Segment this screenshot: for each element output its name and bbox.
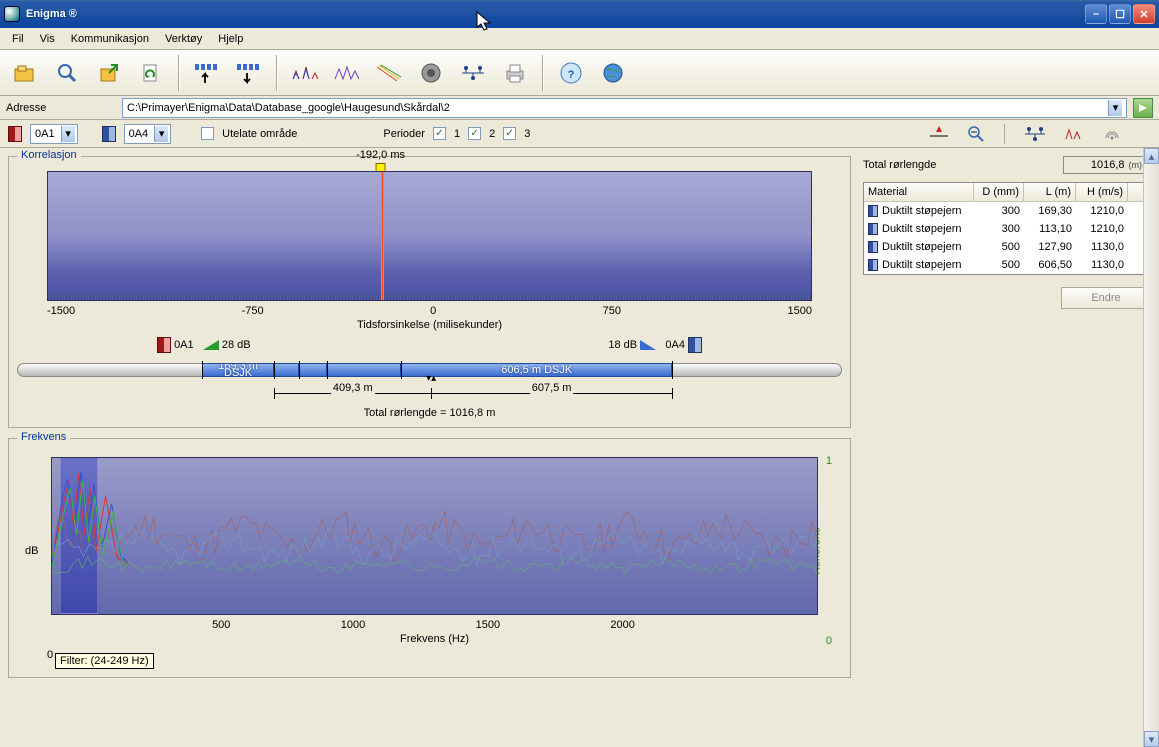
- chevron-down-icon[interactable]: ▾: [61, 126, 75, 142]
- total-length-value: 1016,8 (m): [1063, 156, 1151, 174]
- pipe-segment: 606,5 m DSJK: [401, 363, 672, 377]
- toolbar-spectrum2-button[interactable]: [328, 54, 366, 92]
- frequency-x-label: Frekvens (Hz): [51, 633, 818, 645]
- pipe-segment: [274, 363, 299, 377]
- pipe-segment: [327, 363, 401, 377]
- correlation-group: Korrelasjon -192,0 ms -1500 -750 0 750 1…: [8, 156, 851, 428]
- pipe-total-label: Total rørlengde = 1016,8 m: [17, 407, 842, 419]
- pipe-dimensions: 409,3 m607,5 m▾▴: [17, 385, 842, 403]
- window-minimize-button[interactable]: –: [1085, 4, 1107, 24]
- periods-label: Perioder: [383, 128, 425, 140]
- correlation-canvas: [47, 171, 812, 301]
- vertical-scrollbar[interactable]: ▴ ▾: [1143, 148, 1159, 747]
- toolbar-globe-button[interactable]: [594, 54, 632, 92]
- triangle-up-icon: [203, 340, 219, 350]
- legend-right-chip: [688, 337, 702, 353]
- frequency-y-left: dB: [25, 545, 38, 557]
- address-bar: Adresse C:\Primayer\Enigma\Data\Database…: [0, 96, 1159, 120]
- sensor-left-combo[interactable]: 0A1▾: [30, 124, 78, 144]
- chevron-down-icon[interactable]: ▾: [154, 126, 168, 142]
- menu-file[interactable]: Fil: [6, 31, 30, 47]
- toolbar: ?: [0, 50, 1159, 96]
- address-go-button[interactable]: [1133, 98, 1153, 118]
- exclude-label: Utelate område: [222, 128, 297, 140]
- menu-help[interactable]: Hjelp: [212, 31, 249, 47]
- address-path: C:\Primayer\Enigma\Data\Database_google\…: [127, 102, 450, 114]
- menu-bar: Fil Vis Kommunikasjon Verktøy Hjelp: [0, 28, 1159, 50]
- table-row[interactable]: Duktilt støpejern500127,901130,0: [864, 238, 1150, 256]
- exclude-checkbox[interactable]: [201, 127, 214, 140]
- sensor-right-chip: [102, 126, 116, 142]
- filter-info: Filter: (24-249 Hz): [55, 653, 154, 669]
- sensor-left-chip: [8, 126, 22, 142]
- table-row[interactable]: Duktilt støpejern500606,501130,0: [864, 256, 1150, 274]
- sensor-right-combo[interactable]: 0A4▾: [124, 124, 172, 144]
- correlation-x-ticks: -1500 -750 0 750 1500: [47, 305, 812, 317]
- triangle-up-icon: [640, 340, 656, 350]
- address-label: Adresse: [6, 102, 116, 114]
- frequency-title: Frekvens: [17, 431, 70, 443]
- table-row[interactable]: Duktilt støpejern300169,301210,0: [864, 202, 1150, 220]
- period-1-checkbox[interactable]: ✓: [433, 127, 446, 140]
- menu-tools[interactable]: Verktøy: [159, 31, 208, 47]
- correlation-spike: [381, 172, 384, 300]
- toolbar-spectrum1-button[interactable]: [286, 54, 324, 92]
- frequency-plot[interactable]: dB Koherens 1 0 0 50: [51, 457, 818, 645]
- tool-zoomout-icon[interactable]: [968, 126, 984, 142]
- toolbar-rays-button[interactable]: [370, 54, 408, 92]
- frequency-x-ticks: 500 1000 1500 2000: [212, 619, 818, 631]
- scroll-up-button[interactable]: ▴: [1144, 148, 1159, 164]
- tool-network-icon[interactable]: [1025, 126, 1045, 142]
- tool-marker-icon[interactable]: [930, 126, 948, 142]
- total-length-label: Total rørlengde: [863, 159, 1057, 171]
- app-icon: [4, 6, 20, 22]
- correlation-legend: 0A1 28 dB 18 dB 0A4: [157, 337, 702, 353]
- tool-signal-icon[interactable]: [1103, 127, 1121, 141]
- address-combo[interactable]: C:\Primayer\Enigma\Data\Database_google\…: [122, 98, 1127, 118]
- period-2-checkbox[interactable]: ✓: [468, 127, 481, 140]
- svg-text:?: ?: [568, 69, 575, 81]
- window-close-button[interactable]: ✕: [1133, 4, 1155, 24]
- toolbar-open-button[interactable]: [6, 54, 44, 92]
- toolbar-network-button[interactable]: [454, 54, 492, 92]
- toolbar-refresh-button[interactable]: [132, 54, 170, 92]
- menu-communication[interactable]: Kommunikasjon: [65, 31, 155, 47]
- correlation-plot[interactable]: -192,0 ms -1500 -750 0 750 1500 Tidsfors…: [47, 171, 812, 331]
- frequency-canvas: [51, 457, 818, 615]
- correlation-x-label: Tidsforsinkelse (milisekunder): [47, 319, 812, 331]
- scroll-down-button[interactable]: ▾: [1144, 731, 1159, 747]
- correlation-title: Korrelasjon: [17, 149, 81, 161]
- toolbar-markers-up-button[interactable]: [188, 54, 226, 92]
- toolbar-help-button[interactable]: ?: [552, 54, 590, 92]
- right-panel: Total rørlengde 1016,8 (m) Material D (m…: [859, 148, 1159, 747]
- table-header: Material D (mm) L (m) H (m/s): [864, 183, 1150, 202]
- material-table[interactable]: Material D (mm) L (m) H (m/s) Duktilt st…: [863, 182, 1151, 275]
- window-title: Enigma ®: [26, 8, 1085, 20]
- pipe-segment: [299, 363, 327, 377]
- window-maximize-button[interactable]: ☐: [1109, 4, 1131, 24]
- toolbar-sound-button[interactable]: [412, 54, 450, 92]
- window-titlebar: Enigma ® – ☐ ✕: [0, 0, 1159, 28]
- legend-left-chip: [157, 337, 171, 353]
- pipe-diagram: 169,3 mDSJK 606,5 m DSJK 409,3 m607,5 m▾▴…: [17, 361, 842, 419]
- frequency-group: Frekvens dB Koherens 1 0: [8, 438, 851, 678]
- toolbar-search-button[interactable]: [48, 54, 86, 92]
- chevron-down-icon[interactable]: ▾: [1108, 100, 1122, 116]
- pipe-segment: 169,3 mDSJK: [202, 363, 275, 377]
- period-3-checkbox[interactable]: ✓: [503, 127, 516, 140]
- toolbar-print-button[interactable]: [496, 54, 534, 92]
- table-row[interactable]: Duktilt støpejern300113,101210,0: [864, 220, 1150, 238]
- menu-view[interactable]: Vis: [34, 31, 61, 47]
- toolbar-export-button[interactable]: [90, 54, 128, 92]
- tool-wave-icon[interactable]: [1065, 127, 1083, 141]
- toolbar-markers-down-button[interactable]: [230, 54, 268, 92]
- edit-button[interactable]: Endre: [1061, 287, 1151, 309]
- selector-row: 0A1▾ 0A4▾ Utelate område Perioder ✓1 ✓2 …: [0, 120, 1159, 148]
